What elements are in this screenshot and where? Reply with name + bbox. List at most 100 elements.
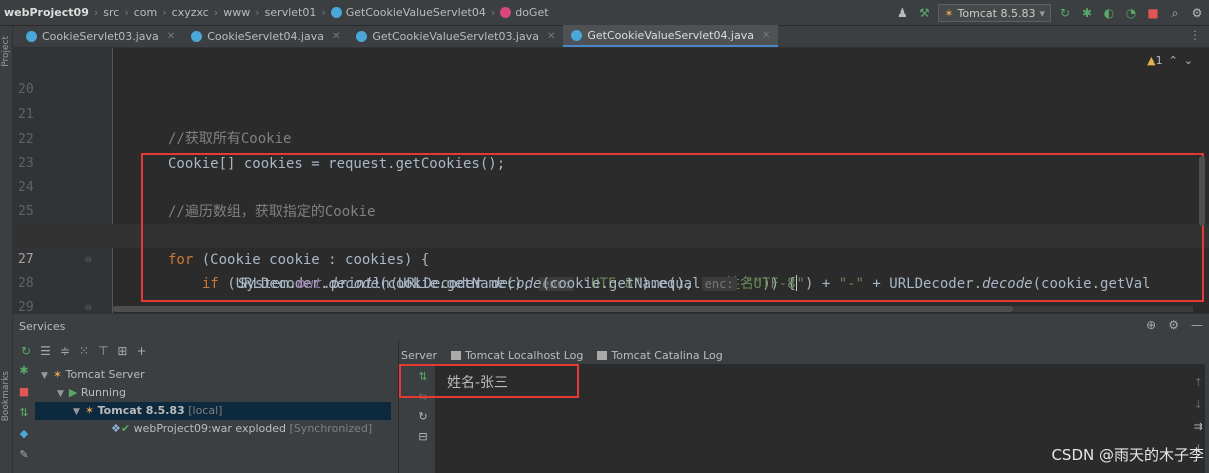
run-icon: ▶ (68, 386, 78, 399)
rerun-icon[interactable]: ↻ (1057, 5, 1073, 21)
left-tool-strip: Project Bookmarks (0, 26, 13, 473)
log-icon (451, 350, 462, 360)
breadcrumb-class[interactable]: GetCookieValueServlet04 (346, 6, 486, 19)
code-line: 21 //获取所有Cookie (13, 79, 1209, 147)
tomcat-icon: ✶ (52, 368, 63, 381)
tab-getcookievalueservlet04[interactable]: GetCookieValueServlet04.java ✕ (563, 25, 779, 47)
tree-node-running[interactable]: ▼ ▶ Running (35, 384, 405, 402)
breadcrumb-project[interactable]: webProject09 (4, 6, 89, 19)
collapse-all-icon[interactable]: ≑ (60, 344, 70, 358)
tab-label: GetCookieValueServlet04.java (587, 28, 754, 42)
method-icon (500, 7, 512, 18)
filter-icon[interactable]: ⊤ (98, 344, 108, 358)
warning-icon: ▲ (1147, 54, 1156, 67)
breadcrumb-www[interactable]: www (223, 6, 250, 19)
settings-icon[interactable]: ⚙ (1168, 318, 1179, 332)
close-icon[interactable]: ✕ (167, 31, 175, 42)
code-editor[interactable]: 20 21 //获取所有Cookie 22 Cookie[] cookies =… (13, 48, 1209, 313)
chevron-down-icon: ▾ (1039, 6, 1045, 20)
expand-all-icon[interactable]: ☰ (40, 344, 51, 358)
arrow-up-icon[interactable]: ↑ (1194, 376, 1203, 389)
chevron-down-icon: ▼ (41, 371, 48, 381)
console-icon[interactable]: ⊟ (418, 430, 427, 443)
panel-splitter[interactable] (398, 340, 399, 473)
tab-cookieservlet03[interactable]: CookieServlet03.java ✕ (18, 25, 183, 47)
tab-label: CookieServlet04.java (207, 29, 324, 43)
services-panel: Services ⊕ ⚙ — ↻ ☰ ≑ ⁙ ⊤ ⊞ + ✱ ■ ⇅ ◆ ✎ ▼… (13, 313, 1209, 473)
chevron-down-icon[interactable]: ⌄ (1184, 54, 1193, 67)
tab-label: GetCookieValueServlet03.java (372, 29, 539, 43)
class-icon (356, 30, 368, 42)
code-line: 22 Cookie[] cookies = request.getCookies… (13, 104, 1209, 172)
breadcrumb-com[interactable]: com (134, 6, 158, 19)
highlight-box (399, 364, 579, 398)
class-icon (330, 7, 342, 18)
stop-icon[interactable]: ■ (1145, 5, 1161, 21)
tab-cookieservlet04[interactable]: CookieServlet04.java ✕ (183, 25, 348, 47)
arrow-down-icon[interactable]: ↓ (1194, 398, 1203, 411)
debug-icon[interactable]: ✱ (1079, 5, 1095, 21)
tab-tomcat-localhost-log[interactable]: Tomcat Localhost Log (451, 349, 583, 362)
breadcrumb-method[interactable]: doGet (515, 6, 548, 19)
rerun-icon[interactable]: ↻ (21, 344, 31, 358)
close-icon[interactable]: ✕ (332, 31, 340, 42)
user-icon[interactable]: ♟ (894, 5, 910, 21)
breadcrumb-cxyzxc[interactable]: cxyzxc (172, 6, 209, 19)
horizontal-scrollbar[interactable] (113, 306, 1193, 312)
close-icon[interactable]: ✕ (547, 31, 555, 42)
stop-icon[interactable]: ■ (19, 385, 29, 398)
wrench-icon[interactable]: ✎ (19, 448, 28, 461)
soft-wrap-icon[interactable]: ⇉ (1194, 420, 1203, 433)
chevron-up-icon[interactable]: ⌃ (1169, 54, 1178, 67)
highlight-box (141, 153, 1204, 302)
run-configuration-label: Tomcat 8.5.83 (957, 6, 1036, 20)
refresh-icon[interactable]: ↻ (418, 410, 427, 423)
add-service-icon[interactable]: ⊕ (1146, 318, 1156, 332)
services-header: Services (13, 314, 1209, 338)
services-tree[interactable]: ▼ ✶ Tomcat Server ▼ ▶ Running ▼ ✶ Tomcat 8.… (35, 364, 405, 473)
diamond-icon[interactable]: ◆ (20, 427, 28, 440)
editor-tabs: CookieServlet03.java ✕ CookieServlet04.j… (0, 25, 1209, 48)
tomcat-icon: ✶ (84, 404, 95, 417)
tab-server[interactable]: Server (401, 349, 437, 362)
breadcrumb-servlet01[interactable]: servlet01 (265, 6, 317, 19)
close-icon[interactable]: ✕ (762, 30, 770, 41)
code-line: 23 (13, 128, 1209, 171)
chevron-down-icon: ▼ (57, 389, 64, 399)
services-title: Services (19, 319, 66, 333)
add-icon[interactable]: + (136, 344, 146, 358)
tree-node-tomcat-server[interactable]: ▼ ✶ Tomcat Server (35, 366, 405, 384)
settings-icon[interactable]: ⚙ (1189, 5, 1205, 21)
hide-icon[interactable]: — (1191, 318, 1203, 332)
coverage-icon[interactable]: ◐ (1101, 5, 1117, 21)
tab-tomcat-catalina-log[interactable]: Tomcat Catalina Log (597, 349, 723, 362)
log-icon (597, 350, 608, 360)
scrollbar-thumb[interactable] (113, 306, 1013, 312)
artifact-icon: ❖ (111, 422, 121, 435)
group-icon[interactable]: ⁙ (79, 344, 89, 358)
inspection-widget[interactable]: ▲1 ⌃ ⌄ (1147, 54, 1193, 67)
tab-getcookievalueservlet03[interactable]: GetCookieValueServlet03.java ✕ (348, 25, 563, 47)
services-header-actions: ⊕ ⚙ — (1146, 318, 1203, 332)
more-tabs-icon[interactable]: ⋮ (1189, 28, 1201, 42)
hammer-icon[interactable]: ⚒ (916, 5, 932, 21)
vertical-scrollbar[interactable] (1199, 156, 1205, 226)
deploy-icon[interactable]: ⇅ (19, 406, 28, 419)
search-icon[interactable]: ⌕ (1167, 5, 1183, 21)
class-icon (26, 30, 37, 42)
warning-count: ▲1 (1147, 54, 1163, 67)
project-tool-label[interactable]: Project (1, 36, 11, 67)
run-configuration-select[interactable]: ✶ Tomcat 8.5.83 ▾ (938, 4, 1051, 22)
new-tab-icon[interactable]: ⊞ (117, 344, 127, 358)
debug-icon[interactable]: ✱ (19, 364, 28, 377)
profile-icon[interactable]: ◔ (1123, 5, 1139, 21)
class-icon (191, 30, 203, 42)
chevron-down-icon: ▼ (73, 407, 80, 417)
log-tabs: Server Tomcat Localhost Log Tomcat Catal… (401, 346, 723, 364)
breadcrumb-src[interactable]: src (103, 6, 119, 19)
tomcat-icon: ✶ (944, 6, 954, 20)
main-toolbar: ♟ ⚒ ✶ Tomcat 8.5.83 ▾ ↻ ✱ ◐ ◔ ■ ⌕ ⚙ (894, 0, 1205, 26)
tree-node-artifact[interactable]: ❖✔ webProject09:war exploded [Synchroniz… (35, 420, 405, 438)
bookmarks-tool-label[interactable]: Bookmarks (1, 371, 11, 421)
tree-node-tomcat-instance[interactable]: ▼ ✶ Tomcat 8.5.83 [local] (35, 402, 391, 420)
